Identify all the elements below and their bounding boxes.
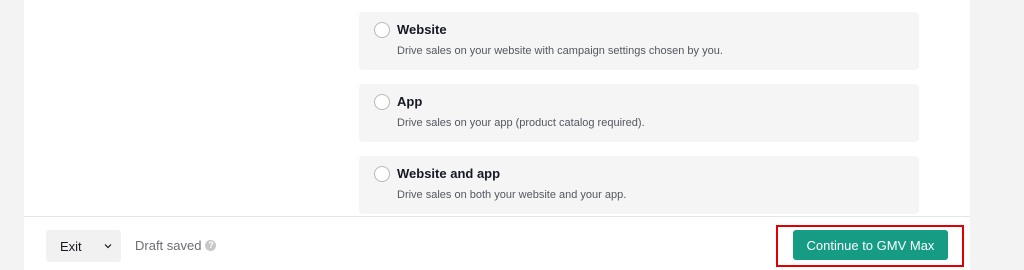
option-website-title: Website bbox=[397, 22, 447, 37]
option-website[interactable]: Website Drive sales on your website with… bbox=[359, 12, 919, 70]
option-website-and-app-desc: Drive sales on both your website and you… bbox=[397, 189, 627, 201]
option-app[interactable]: App Drive sales on your app (product cat… bbox=[359, 84, 919, 142]
radio-website-and-app[interactable] bbox=[374, 166, 390, 182]
draft-status-text: Draft saved bbox=[135, 238, 202, 253]
option-app-desc: Drive sales on your app (product catalog… bbox=[397, 117, 645, 129]
exit-label: Exit bbox=[60, 238, 82, 254]
campaign-setup-screen: Website Drive sales on your website with… bbox=[0, 0, 1024, 270]
draft-status: Draft saved ? bbox=[135, 238, 217, 253]
radio-website[interactable] bbox=[374, 22, 390, 38]
info-icon[interactable]: ? bbox=[205, 240, 217, 251]
chevron-down-icon[interactable] bbox=[104, 242, 112, 250]
option-app-title: App bbox=[397, 94, 423, 109]
continue-button[interactable]: Continue to GMV Max bbox=[793, 230, 948, 260]
radio-app[interactable] bbox=[374, 94, 390, 110]
option-website-desc: Drive sales on your website with campaig… bbox=[397, 45, 723, 57]
exit-button[interactable]: Exit bbox=[46, 230, 121, 262]
option-website-and-app-title: Website and app bbox=[397, 166, 501, 181]
option-website-and-app[interactable]: Website and app Drive sales on both your… bbox=[359, 156, 919, 214]
